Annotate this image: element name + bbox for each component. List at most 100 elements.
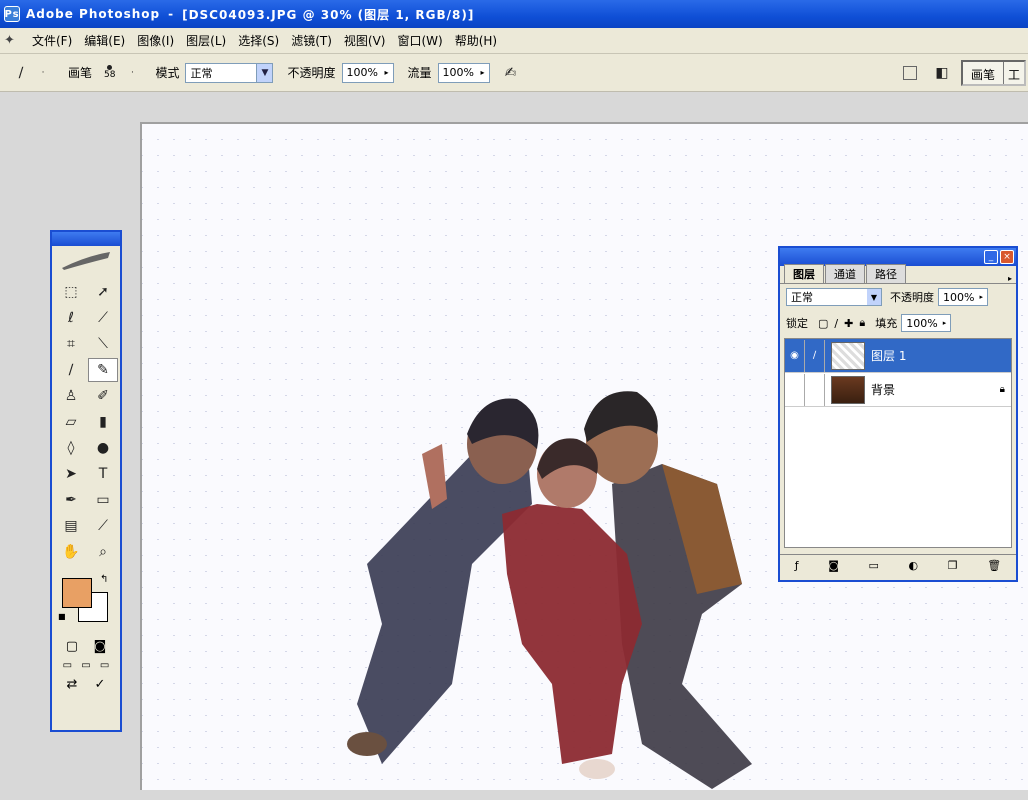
history-brush-tool-icon[interactable]: ✐ — [88, 384, 118, 408]
layers-panel-footer: ƒ ◙ ▭ ◐ ❐ 🗑︎ — [780, 554, 1016, 576]
menu-filter[interactable]: 滤镜(T) — [285, 32, 338, 49]
menu-window[interactable]: 窗口(W) — [391, 32, 448, 49]
tool-palette-titlebar[interactable] — [52, 232, 120, 246]
flow-value: 100% — [442, 66, 474, 79]
background-layer-name: 背景 — [871, 383, 896, 397]
menu-edit[interactable]: 编辑(E) — [78, 32, 131, 49]
tab-paths[interactable]: 路径 — [866, 264, 906, 283]
layer-1-thumbnail — [831, 341, 865, 370]
title-bar: Ps Adobe Photoshop - [DSC04093.JPG @ 30%… — [0, 0, 1028, 28]
layers-panel-tabs: 图层 通道 路径 ▸ — [780, 264, 1016, 284]
standard-screen-mode-icon[interactable]: ▭ — [63, 660, 72, 671]
layer-1-name: 图层 1 — [871, 349, 907, 363]
menu-file[interactable]: 文件(F) — [26, 32, 78, 49]
new-layer-icon[interactable]: ❐ — [948, 559, 958, 572]
layer-row-background[interactable]: 背景 🔒︎ — [785, 373, 1011, 407]
fill-arrow-icon: ▸ — [942, 319, 947, 327]
quick-mask-mode-icon[interactable]: ◙ — [94, 639, 107, 654]
tab-channels[interactable]: 通道 — [825, 264, 865, 283]
eyedropper-tool-icon[interactable]: ⟋ — [88, 514, 118, 538]
close-icon[interactable]: × — [1000, 250, 1014, 264]
minimize-icon[interactable]: _ — [984, 250, 998, 264]
tab-layers[interactable]: 图层 — [784, 264, 824, 283]
blend-row: 正常 ▼ 不透明度 100% ▸ — [780, 284, 1016, 310]
flow-label: 流量 — [407, 66, 432, 80]
screen-mode-row: ▭ ▭ ▭ — [52, 657, 120, 674]
eraser-tool-icon[interactable]: ▱ — [56, 410, 86, 434]
brush-size-picker[interactable]: 58 — [104, 65, 115, 80]
color-swatches: ↰ ■ — [56, 574, 116, 630]
add-mask-icon[interactable]: ◙ — [828, 559, 839, 572]
menu-help[interactable]: 帮助(H) — [449, 32, 503, 49]
photoshop-menu-icon[interactable]: ✦ — [4, 33, 22, 49]
layer-row-1[interactable]: ◉ ∕ 图层 1 — [785, 339, 1011, 373]
file-browser-icon[interactable] — [902, 65, 917, 80]
dodge-tool-icon[interactable]: ● — [88, 436, 118, 460]
workspace: ⬚ ➚ ℓ ⟋ ⌗ ⟍ ∕ ✎ ♙ ✐ ▱ ▮ ◊ ● ➤ T ✒ ▭ ▤ ⟋ … — [0, 92, 1028, 800]
panel-menu-arrow-icon[interactable]: ▸ — [1008, 274, 1016, 283]
lock-image-icon[interactable]: ∕ — [834, 317, 838, 330]
shape-tool-icon[interactable]: ▭ — [88, 488, 118, 512]
link-toggle[interactable] — [805, 373, 825, 406]
brush-tool-preset-icon[interactable]: ∕ — [10, 62, 32, 84]
layer-style-icon[interactable]: ƒ — [795, 559, 799, 572]
document-name: [DSC04093.JPG @ 30% (图层 1, RGB/8)] — [182, 7, 475, 22]
palette-well-brushes-tab[interactable]: 画笔 — [963, 61, 1004, 84]
photoshop-feather-logo-icon[interactable] — [52, 246, 120, 276]
menu-image[interactable]: 图像(I) — [131, 32, 180, 49]
preset-picker-arrow-icon[interactable]: · — [32, 62, 54, 84]
full-screen-mode-icon[interactable]: ▭ — [100, 660, 109, 671]
brush-tool-icon[interactable]: ✎ — [88, 358, 118, 382]
move-tool-icon[interactable]: ➚ — [88, 280, 118, 304]
lasso-tool-icon[interactable]: ℓ — [56, 306, 86, 330]
blend-mode-select[interactable]: 正常 ▼ — [786, 288, 882, 306]
hand-tool-icon[interactable]: ✋ — [56, 540, 86, 564]
default-colors-icon[interactable]: ■ — [58, 612, 66, 621]
adjustment-layer-icon[interactable]: ◐ — [909, 559, 919, 572]
crop-tool-icon[interactable]: ⌗ — [56, 332, 86, 356]
brush-link-icon[interactable]: ∕ — [805, 339, 825, 372]
title-separator: - — [168, 7, 175, 21]
opacity-input[interactable]: 100% ▸ — [341, 62, 394, 83]
lock-transparency-icon[interactable]: ▢ — [818, 317, 828, 330]
airbrush-icon[interactable]: ✍ — [500, 62, 522, 84]
palette-well[interactable]: 画笔 工 — [960, 59, 1026, 86]
magic-wand-tool-icon[interactable]: ⟋ — [88, 306, 118, 330]
menu-layer[interactable]: 图层(L) — [180, 32, 232, 49]
marquee-tool-icon[interactable]: ⬚ — [56, 280, 86, 304]
clone-stamp-tool-icon[interactable]: ♙ — [56, 384, 86, 408]
brush-picker-arrow-icon[interactable]: · — [121, 62, 143, 84]
zoom-tool-icon[interactable]: ⌕ — [88, 540, 118, 564]
notes-tool-icon[interactable]: ▤ — [56, 514, 86, 538]
blur-tool-icon[interactable]: ◊ — [56, 436, 86, 460]
palette-toggle-icon[interactable]: ◧ — [931, 62, 953, 84]
lock-position-icon[interactable]: ✚ — [844, 317, 853, 330]
full-screen-menu-mode-icon[interactable]: ▭ — [81, 660, 90, 671]
mode-select[interactable]: 正常 ▼ — [185, 62, 274, 83]
pen-tool-icon[interactable]: ✒ — [56, 488, 86, 512]
type-tool-icon[interactable]: T — [88, 462, 118, 486]
menu-view[interactable]: 视图(V) — [338, 32, 392, 49]
visibility-toggle[interactable] — [785, 373, 805, 406]
delete-layer-icon[interactable]: 🗑︎ — [987, 559, 1001, 572]
slice-tool-icon[interactable]: ⟍ — [88, 332, 118, 356]
new-set-icon[interactable]: ▭ — [869, 559, 879, 572]
fill-input[interactable]: 100% ▸ — [901, 314, 952, 332]
standard-mode-icon[interactable]: ▢ — [66, 639, 78, 654]
foreground-color-swatch[interactable] — [62, 578, 92, 608]
lock-all-icon[interactable]: 🔒︎ — [859, 316, 865, 330]
fill-label: 填充 — [875, 317, 898, 330]
menu-select[interactable]: 选择(S) — [232, 32, 285, 49]
layer-opacity-input[interactable]: 100% ▸ — [938, 288, 988, 306]
palette-well-tab-2[interactable]: 工 — [1004, 62, 1024, 84]
check-icon[interactable]: ✓ — [95, 677, 106, 692]
eye-icon[interactable]: ◉ — [785, 339, 805, 372]
swap-colors-icon[interactable]: ↰ — [100, 574, 108, 585]
jump-to-imageready-icon[interactable]: ⇄ — [67, 677, 78, 692]
flow-arrow-icon: ▸ — [480, 68, 485, 77]
healing-brush-tool-icon[interactable]: ∕ — [56, 358, 86, 382]
flow-input[interactable]: 100% ▸ — [437, 62, 490, 83]
path-selection-tool-icon[interactable]: ➤ — [56, 462, 86, 486]
layer-opacity-value: 100% — [943, 290, 975, 304]
gradient-tool-icon[interactable]: ▮ — [88, 410, 118, 434]
